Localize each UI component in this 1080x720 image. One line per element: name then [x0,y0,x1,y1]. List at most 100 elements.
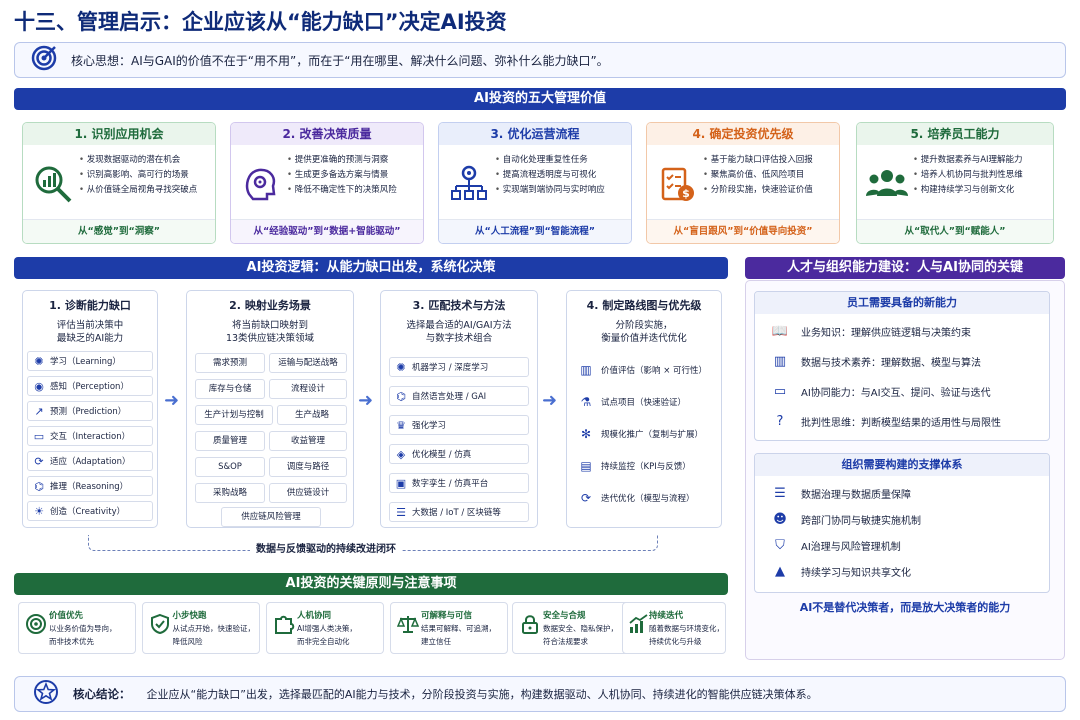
value-bullet: 聚焦高价值、低风险项目 [703,168,813,183]
value-card-title: 3. 优化运营流程 [439,123,631,145]
core-idea-banner: 核心思想：AI与GAI的价值不在于“用不用”，而在于“用在哪里、解决什么问题、弥… [14,42,1066,78]
principle-title: 可解释与可信 [421,611,473,621]
refresh-icon: ⟳ [34,454,44,468]
robot-icon: ⌬ [34,479,44,493]
step-subtitle: 13类供应链决策领域 [225,333,315,344]
logic-title: AI投资逻辑：从能力缺口出发，系统化决策 [14,257,728,279]
roadmap-item: ⚗ 试点项目（快速验证） [575,395,686,409]
chat-icon: ▭ [773,384,787,399]
roadmap-item: ⟳ 迭代优化（模型与流程） [575,491,695,505]
step-title: 4. 制定路线图与优先级 [586,299,702,312]
principles-title: AI投资的关键原则与注意事项 [14,573,728,595]
checklist-coin-icon: $ [655,153,699,215]
capability-item: ✺ 学习（Learning） [27,351,153,371]
core-idea-text: 核心思想：AI与GAI的价值不在于“用不用”，而在于“用在哪里、解决什么问题、弥… [71,53,609,68]
book-icon: 📖 [771,324,789,339]
network-icon: ✺ [396,360,406,374]
lightbulb-icon: ☀ [34,504,44,518]
tech-item: ⌬ 自然语言处理 / GAI [389,386,529,406]
principle-desc: 随着数据与环境变化， [649,624,724,633]
value-bullet: 识别高影响、高可行的场景 [79,168,197,183]
graduation-cap-icon: ▲ [775,564,785,579]
step-subtitle: 衡量价值并迭代优化 [601,333,687,344]
tech-item: ♛ 强化学习 [389,415,529,435]
step-title: 1. 诊断能力缺口 [49,299,131,312]
tech-item: ☰ 大数据 / IoT / 区块链等 [389,502,529,522]
puzzle-icon [271,609,297,647]
capability-item: ▭ 交互（Interaction） [27,426,153,446]
eye-icon: ◉ [34,379,44,393]
capability-item: ⌬ 推理（Reasoning） [27,476,153,496]
value-card-footer: 从“人工流程”到“智能流程” [439,219,631,243]
question-icon: ? [776,414,784,429]
scale-icon [395,609,421,647]
talent-panel: 员工需要具备的新能力 📖 业务知识：理解供应链逻辑与决策约束 ▥ 数据与技术素养：理… [745,280,1065,660]
principle-card: 安全与合规 数据安全、隐私保护， 符合法规要求 [512,602,630,654]
principle-desc: 符合法规要求 [543,637,588,646]
step-diagnose-gap: 1. 诊断能力缺口 评估当前决策中 最缺乏的AI能力 ✺ 学习（Learning） … [22,290,158,528]
page-title: 十三、管理启示：企业应该从“能力缺口”决定AI投资 [14,10,507,34]
people-icon: ☻ [773,512,787,527]
conclusion-text: 企业应从“能力缺口”出发，选择最匹配的AI能力与技术，分阶段投资与实施，构建数据… [146,688,818,701]
value-bullet: 从价值链全局视角寻找突破点 [79,183,198,198]
trend-chart-icon: ↗ [34,404,44,418]
value-card-footer: 从“经验驱动”到“数据+智能驱动” [231,219,423,243]
tech-item: ◈ 优化模型 / 仿真 [389,444,529,464]
skill-item: 📖 业务知识：理解供应链逻辑与决策约束 [769,324,971,339]
arrow-right-icon: ➜ [542,390,558,411]
scenario-tag: 流程设计 [269,379,347,399]
org-item: ☻ 跨部门协同与敏捷实施机制 [769,512,921,527]
step-title: 3. 匹配技术与方法 [412,299,506,312]
values-title: AI投资的五大管理价值 [14,88,1066,110]
shield-check-icon: ⛉ [775,538,785,553]
value-bullet: 构建持续学习与创新文化 [913,183,1023,198]
principle-desc: 从试点开始，快速验证， [172,624,256,633]
shield-check-icon [147,609,173,647]
feedback-loop-text: 数据与反馈驱动的持续改进闭环 [250,540,402,555]
principle-title: 小步快跑 [172,611,207,621]
principle-card: 价值优先 以业务价值为导向， 而非技术优先 [18,602,136,654]
value-card-5: 5. 培养员工能力 提升数据素养与AI理解能力培养人机协同与批判性思维构建持续学… [856,122,1054,244]
trophy-icon: ♛ [396,418,406,432]
monitor-icon: ▣ [395,476,407,490]
value-bullet: 实现端到端协同与实时响应 [495,183,605,198]
arrow-right-icon: ➜ [358,390,374,411]
scenario-tag: 供应链风险管理 [221,507,321,527]
step-subtitle: 与数字技术组合 [425,333,493,344]
bar-chart-icon: ▥ [580,363,592,377]
org-item: ⛉ AI治理与风险管理机制 [769,538,901,553]
step-subtitle: 最缺乏的AI能力 [56,333,124,344]
scenario-tag: 调度与路径 [269,457,347,477]
org-item: ▲ 持续学习与知识共享文化 [769,564,911,579]
step-subtitle: 分阶段实施， [615,320,673,331]
value-bullet: 自动化处理重复性任务 [495,153,605,168]
step-roadmap: 4. 制定路线图与优先级 分阶段实施， 衡量价值并迭代优化 ▥ 价值评估（影响 × … [566,290,722,528]
scenario-tag: 库存与仓储 [195,379,265,399]
target-icon [31,45,57,75]
principle-desc: 降低风险 [172,637,203,646]
value-card-title: 2. 改善决策质量 [231,123,423,145]
scenario-tag: 采购战略 [195,483,265,503]
scenario-tag: 生产计划与控制 [195,405,273,425]
principle-card: 人机协同 AI增强人类决策， 而非完全自动化 [266,602,384,654]
capability-item: ↗ 预测（Prediction） [27,401,153,421]
scenario-tag: 供应链设计 [269,483,347,503]
skill-item: ▥ 数据与技术素养：理解数据、模型与算法 [769,354,981,369]
principle-title: 安全与合规 [543,611,586,621]
robot-icon: ⌬ [396,389,406,403]
scenario-tag: S&OP [195,457,265,477]
scenario-tag: 运输与配送战略 [269,353,347,373]
principle-card: 可解释与可信 结果可解释、可追溯， 建立信任 [390,602,508,654]
step-map-scenarios: 2. 映射业务场景 将当前缺口映射到 13类供应链决策领域 需求预测 运输与配送战… [186,290,354,528]
step-subtitle: 评估当前决策中 [56,320,124,331]
principle-desc: AI增强人类决策， [297,624,357,633]
value-bullet: 提升数据素养与AI理解能力 [913,153,1023,168]
talent-title: 人才与组织能力建设：人与AI协同的关键 [745,257,1065,279]
value-card-2: 2. 改善决策质量 提供更准确的预测与洞察生成更多备选方案与情景降低不确定性下的… [230,122,424,244]
value-bullet: 基于能力缺口评估投入回报 [703,153,813,168]
value-bullet: 提供更准确的预测与洞察 [287,153,397,168]
database-icon: ☰ [774,486,786,501]
value-card-footer: 从“取代人”到“赋能人” [857,219,1053,243]
process-flow-icon [447,153,491,215]
capability-item: ☀ 创造（Creativity） [27,501,153,521]
